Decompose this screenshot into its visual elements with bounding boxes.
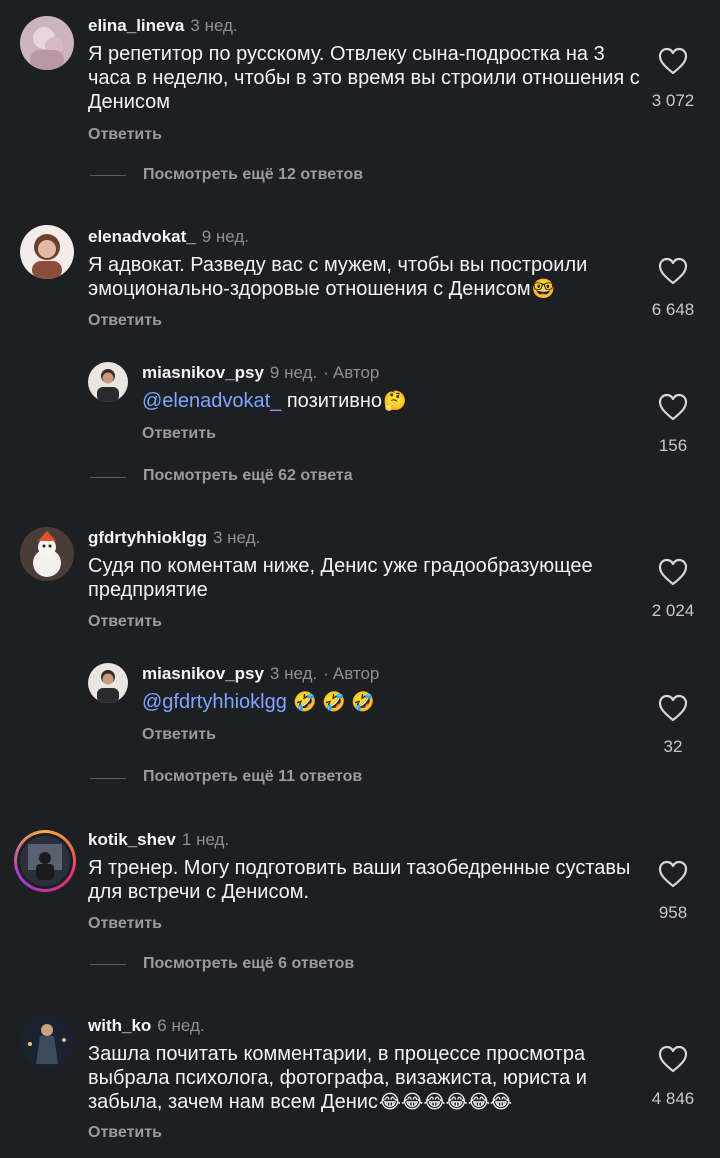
- reply-button[interactable]: Ответить: [142, 726, 216, 744]
- mention-link[interactable]: @elenadvokat_: [142, 390, 281, 412]
- username[interactable]: miasnikov_psy: [142, 664, 264, 683]
- reply-button[interactable]: Ответить: [88, 915, 162, 933]
- timestamp: 9 нед.: [269, 363, 318, 382]
- timestamp: 6 нед.: [157, 1016, 205, 1035]
- like-count: 2 024: [651, 601, 695, 620]
- separator: ·: [323, 363, 329, 382]
- timestamp: 3 нед.: [269, 664, 318, 683]
- username[interactable]: kotik_shev: [88, 830, 176, 849]
- mention-link[interactable]: @gfdrtyhhioklgg: [142, 691, 287, 713]
- view-more-replies-button[interactable]: Посмотреть ещё 62 ответа: [143, 467, 353, 485]
- heart-outline-icon[interactable]: [657, 693, 689, 723]
- avatar[interactable]: [20, 16, 74, 70]
- nerd-face-emoji: 🤓: [531, 279, 556, 300]
- comment-text: Я адвокат. Разведу вас с мужем, чтобы вы…: [88, 254, 588, 300]
- comment-text: Я тренер. Могу подготовить ваши тазобедр…: [88, 857, 631, 903]
- view-more-replies-button[interactable]: Посмотреть ещё 12 ответов: [143, 166, 363, 184]
- heart-outline-icon[interactable]: [657, 557, 689, 587]
- timestamp: 1 нед.: [181, 830, 230, 849]
- divider-line: [90, 778, 126, 779]
- avatar[interactable]: [20, 1014, 74, 1068]
- like-count: 4 846: [651, 1089, 695, 1108]
- heart-outline-icon[interactable]: [657, 392, 689, 422]
- view-more-replies-button[interactable]: Посмотреть ещё 6 ответов: [143, 955, 354, 973]
- comment-text: [287, 691, 293, 713]
- heart-outline-icon[interactable]: [657, 46, 689, 76]
- heart-outline-icon[interactable]: [657, 859, 689, 889]
- like-count: 3 072: [651, 91, 695, 110]
- reply-button[interactable]: Ответить: [88, 126, 162, 144]
- separator: ·: [323, 664, 329, 683]
- avatar[interactable]: [88, 362, 128, 402]
- comment-text: Судя по коментам ниже, Денис уже градооб…: [88, 555, 593, 601]
- username[interactable]: gfdrtyhhioklgg: [88, 528, 207, 547]
- avatar[interactable]: [20, 527, 74, 581]
- like-count: 32: [663, 737, 683, 756]
- username[interactable]: miasnikov_psy: [142, 363, 264, 382]
- rofl-emoji: 🤣 🤣 🤣: [293, 692, 375, 713]
- heart-outline-icon[interactable]: [657, 1044, 689, 1074]
- avatar: [20, 836, 70, 886]
- divider-line: [90, 175, 126, 176]
- like-count: 958: [658, 903, 688, 922]
- avatar[interactable]: [88, 663, 128, 703]
- username[interactable]: elina_lineva: [88, 16, 184, 35]
- timestamp: 3 нед.: [190, 16, 238, 35]
- like-count: 156: [658, 436, 688, 455]
- like-count: 6 648: [651, 300, 695, 319]
- tears-of-joy-emoji: 😂😂😂😂😂😂: [378, 1092, 513, 1113]
- heart-outline-icon[interactable]: [657, 256, 689, 286]
- divider-line: [90, 964, 126, 965]
- username[interactable]: with_ko: [88, 1016, 151, 1035]
- thinking-face-emoji: 🤔: [383, 391, 407, 412]
- reply-button[interactable]: Ответить: [88, 312, 162, 330]
- timestamp: 3 нед.: [212, 528, 261, 547]
- reply-button[interactable]: Ответить: [88, 613, 162, 631]
- divider-line: [90, 477, 126, 478]
- comment-text: позитивно: [281, 390, 383, 412]
- story-ring[interactable]: [14, 830, 76, 892]
- username[interactable]: elenadvokat_: [88, 227, 196, 246]
- author-badge: Автор: [332, 664, 380, 683]
- avatar[interactable]: [20, 225, 74, 279]
- view-more-replies-button[interactable]: Посмотреть ещё 11 ответов: [143, 768, 362, 786]
- timestamp: 9 нед.: [201, 227, 250, 246]
- reply-button[interactable]: Ответить: [142, 425, 216, 443]
- author-badge: Автор: [332, 363, 380, 382]
- reply-button[interactable]: Ответить: [88, 1124, 162, 1142]
- comment-text: Я репетитор по русскому. Отвлеку сына-по…: [88, 43, 640, 113]
